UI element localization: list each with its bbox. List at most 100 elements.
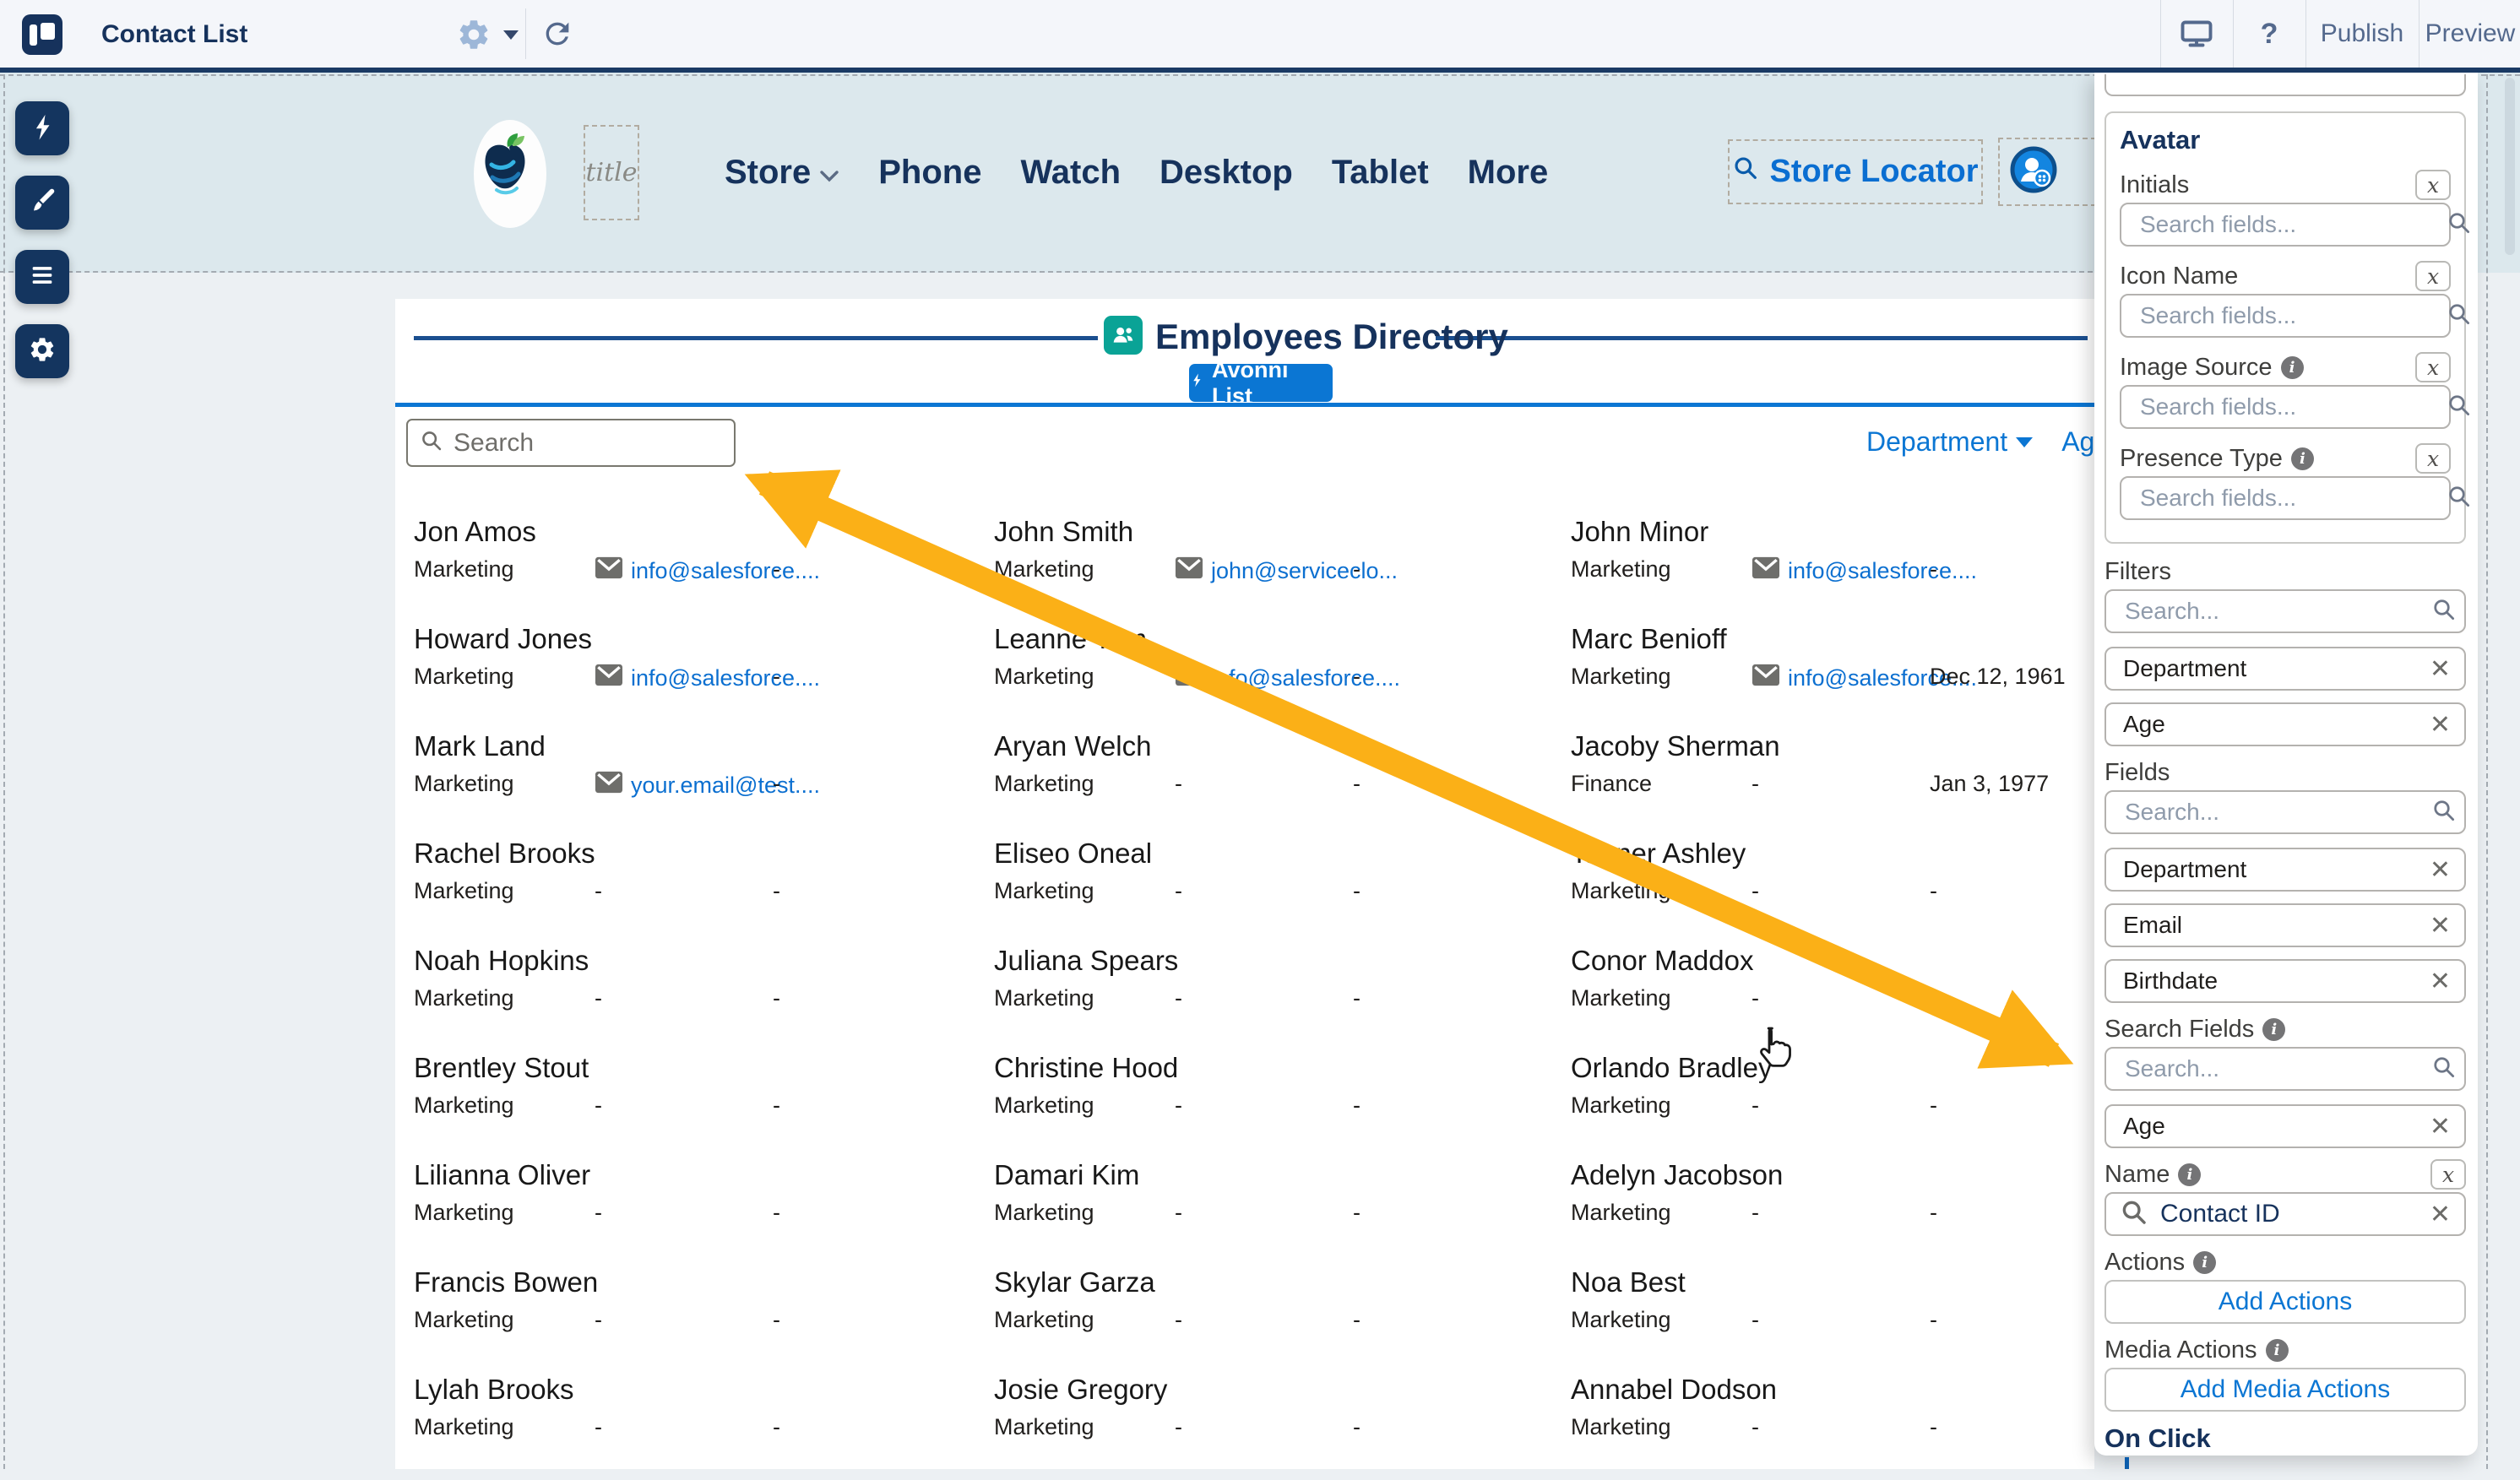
publish-button[interactable]: Publish	[2307, 0, 2417, 68]
nav-item-desktop[interactable]: Desktop	[1160, 154, 1293, 192]
formula-x-button[interactable]: x	[2415, 352, 2451, 382]
employee-birthdate: -	[1930, 985, 1937, 1011]
remove-icon[interactable]: ✕	[2430, 911, 2451, 941]
site-title-placeholder[interactable]: title	[584, 125, 639, 220]
employee-card[interactable]: Christine HoodMarketing--	[994, 1051, 1571, 1158]
store-logo[interactable]	[473, 118, 547, 230]
fields-search-input[interactable]	[2123, 798, 2431, 827]
field-chip[interactable]: Email✕	[2105, 903, 2466, 947]
employee-card[interactable]: Damari KimMarketing--	[994, 1158, 1571, 1266]
employee-department: Marketing	[1571, 1414, 1671, 1440]
employee-card[interactable]: Conor MaddoxMarketing--	[1571, 944, 2090, 1051]
employee-card[interactable]: Annabel DodsonMarketing--	[1571, 1373, 2090, 1480]
employee-card[interactable]: John MinorMarketinginfo@salesforce....-	[1571, 515, 2090, 622]
employee-card[interactable]: Howard JonesMarketinginfo@salesforce....…	[414, 622, 994, 729]
formula-x-button[interactable]: x	[2430, 1159, 2466, 1190]
name-combobox[interactable]: Contact ID ✕	[2105, 1192, 2466, 1236]
list-search-input[interactable]	[452, 428, 709, 458]
builder-logo-icon[interactable]	[22, 14, 62, 55]
site-avatar-box[interactable]	[1998, 138, 2096, 206]
employee-detail: Marketing--	[414, 1200, 994, 1230]
search-icon	[420, 429, 443, 457]
employee-card[interactable]: Jon AmosMarketinginfo@salesforce....-	[414, 515, 994, 622]
employee-card[interactable]: Orlando BradleyMarketing--	[1571, 1051, 2090, 1158]
formula-x-button[interactable]: x	[2415, 170, 2451, 200]
employee-card[interactable]: Eliseo OnealMarketing--	[994, 837, 1571, 944]
employee-card[interactable]: Aryan WelchMarketing--	[994, 729, 1571, 837]
employee-card[interactable]: Jacoby ShermanFinance-Jan 3, 1977	[1571, 729, 2090, 837]
store-locator-link[interactable]: Store Locator	[1728, 139, 1983, 204]
device-preview-button[interactable]	[2162, 0, 2231, 68]
settings-button[interactable]	[15, 324, 69, 378]
employee-card[interactable]: Lylah BrooksMarketing--	[414, 1373, 994, 1480]
components-button[interactable]	[15, 101, 69, 155]
remove-icon[interactable]: ✕	[2430, 967, 2451, 996]
employee-name: Jacoby Sherman	[1571, 729, 2090, 763]
pages-button[interactable]	[15, 250, 69, 304]
page-settings-gear-icon[interactable]	[456, 17, 492, 57]
employee-card[interactable]: Tanner AshleyMarketing--	[1571, 837, 2090, 944]
nav-item-store[interactable]: Store	[725, 154, 839, 192]
search-fields-input[interactable]	[2138, 484, 2447, 512]
employee-email[interactable]: john@serviceclo...	[1211, 558, 1398, 584]
refresh-icon[interactable]	[540, 17, 574, 55]
filters-search-input[interactable]	[2123, 597, 2431, 626]
add-media-actions-button[interactable]: Add Media Actions	[2105, 1368, 2466, 1412]
nav-item-tablet[interactable]: Tablet	[1332, 154, 1429, 192]
employee-card[interactable]: Mark LandMarketingyour.email@test....-	[414, 729, 994, 837]
formula-x-button[interactable]: x	[2415, 261, 2451, 291]
preview-button[interactable]: Preview	[2420, 0, 2520, 68]
sort-department[interactable]: Department	[1866, 426, 2033, 458]
employee-card[interactable]: Juliana SpearsMarketing--	[994, 944, 1571, 1051]
employee-email[interactable]: info@salesforce....	[1788, 558, 1977, 584]
nav-item-more[interactable]: More	[1468, 154, 1549, 192]
employee-card[interactable]: John SmithMarketingjohn@serviceclo...-	[994, 515, 1571, 622]
employee-card[interactable]: Josie GregoryMarketing--	[994, 1373, 1571, 1480]
page-settings-caret-icon[interactable]	[503, 30, 519, 40]
remove-icon[interactable]: ✕	[2430, 855, 2451, 885]
avonni-list-badge[interactable]: Avonni List	[1189, 364, 1333, 402]
field-chip[interactable]: Age✕	[2105, 702, 2466, 746]
field-chip[interactable]: Department✕	[2105, 848, 2466, 892]
info-icon: i	[2266, 1339, 2289, 1362]
clear-icon[interactable]: ✕	[2430, 1200, 2451, 1229]
field-chip[interactable]: Department✕	[2105, 647, 2466, 691]
nav-item-watch[interactable]: Watch	[1020, 154, 1121, 192]
employee-card[interactable]: Marc BenioffMarketinginfo@salesforce....…	[1571, 622, 2090, 729]
employee-card[interactable]: Noa BestMarketing--	[1571, 1266, 2090, 1373]
formula-x-button[interactable]: x	[2415, 443, 2451, 474]
nav-item-phone[interactable]: Phone	[878, 154, 981, 192]
employee-email[interactable]: your.email@test....	[631, 773, 820, 799]
theme-button[interactable]	[15, 176, 69, 230]
remove-icon[interactable]: ✕	[2430, 710, 2451, 740]
employee-card[interactable]: Rachel BrooksMarketing--	[414, 837, 994, 944]
avatar-heading: Avatar	[2120, 125, 2451, 155]
avatar-field-label-row: Initialsx	[2120, 169, 2451, 201]
employee-email[interactable]: info@salesforce....	[631, 558, 820, 584]
employee-card[interactable]: Lilianna OliverMarketing--	[414, 1158, 994, 1266]
employee-card[interactable]: Brentley StoutMarketing--	[414, 1051, 994, 1158]
employee-card[interactable]: Skylar GarzaMarketing--	[994, 1266, 1571, 1373]
employee-card[interactable]: Noah HopkinsMarketing--	[414, 944, 994, 1051]
search-fields-input[interactable]	[2138, 301, 2447, 330]
avatar-field-label-row: Image Sourceix	[2120, 351, 2451, 383]
employee-email-empty: -	[1752, 1307, 1759, 1333]
search-fields-input[interactable]	[2138, 393, 2447, 421]
info-icon: i	[2262, 1018, 2285, 1041]
remove-icon[interactable]: ✕	[2430, 1112, 2451, 1141]
help-button[interactable]: ?	[2235, 0, 2304, 68]
canvas-scrollbar[interactable]	[2505, 78, 2515, 255]
employee-birthdate: -	[1353, 1200, 1360, 1226]
employee-email[interactable]: info@salesforce....	[631, 665, 820, 691]
employee-email[interactable]: info@salesforce....	[1211, 665, 1400, 691]
search-fields-input[interactable]	[2138, 210, 2447, 239]
search-fields-search-input[interactable]	[2123, 1054, 2431, 1083]
add-actions-button[interactable]: Add Actions	[2105, 1280, 2466, 1324]
remove-icon[interactable]: ✕	[2430, 654, 2451, 684]
employee-card[interactable]: Adelyn JacobsonMarketing--	[1571, 1158, 2090, 1266]
employee-card[interactable]: Leanne TomMarketinginfo@salesforce....-	[994, 622, 1571, 729]
employee-card[interactable]: Francis BowenMarketing--	[414, 1266, 994, 1373]
employee-email-empty: -	[1752, 878, 1759, 904]
field-chip[interactable]: Age✕	[2105, 1104, 2466, 1148]
field-chip[interactable]: Birthdate✕	[2105, 959, 2466, 1003]
